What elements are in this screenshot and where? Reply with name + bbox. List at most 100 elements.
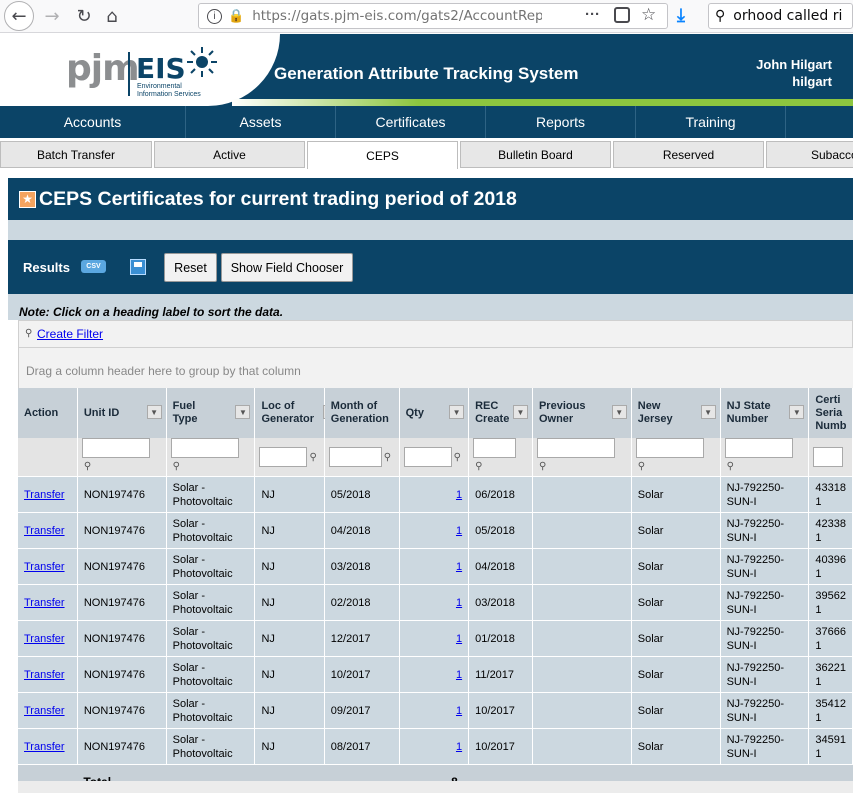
cell-fuel-type: Solar - Photovoltaic [166,476,256,513]
reload-icon[interactable]: ↻ [70,2,98,30]
filter-icon[interactable]: ⚲ [454,452,464,463]
cell-fuel-type: Solar - Photovoltaic [166,512,256,549]
nav-training[interactable]: Training [636,106,786,138]
header-row: Action Unit ID ▼ Fuel Type ▼ Loc of Genera… [18,388,853,438]
cell-loc-of-generator: NJ [254,512,325,549]
pocket-icon[interactable] [614,7,630,23]
col-header-previous-owner[interactable]: Previous Owner ▼ [532,388,632,438]
qty-link[interactable]: 1 [456,561,462,573]
filter-icon[interactable]: ⚲ [539,461,549,472]
dropdown-arrow-icon[interactable]: ▼ [146,405,162,419]
col-header-action[interactable]: Action [18,388,78,438]
transfer-link[interactable]: Transfer [24,741,65,753]
tab-subaccounts[interactable]: Subacco [766,141,853,168]
save-icon[interactable] [130,259,146,275]
dropdown-arrow-icon[interactable]: ▼ [789,405,805,419]
col-header-fuel-type[interactable]: Fuel Type ▼ [166,388,256,438]
dropdown-arrow-icon[interactable]: ▼ [449,405,465,419]
qty-link[interactable]: 1 [456,489,462,501]
qty-link[interactable]: 1 [456,669,462,681]
qty-link[interactable]: 1 [456,741,462,753]
group-by-area[interactable]: Drag a column header here to group by th… [18,348,853,388]
filter-input[interactable] [259,447,308,467]
nav-reports[interactable]: Reports [486,106,636,138]
filter-input[interactable] [473,438,517,458]
tab-batch-transfer[interactable]: Batch Transfer [0,141,152,168]
col-header-rec-create[interactable]: REC Create ▼ [468,388,533,438]
filter-icon[interactable]: ⚲ [727,461,737,472]
filter-input[interactable] [81,438,150,458]
filter-input[interactable] [536,438,615,458]
col-label: Previous Owner [538,400,586,425]
filter-input[interactable] [328,447,382,467]
transfer-link[interactable]: Transfer [24,633,65,645]
filter-icon[interactable]: ⚲ [384,452,394,463]
filter-icon[interactable]: ⚲ [309,452,319,463]
filter-input[interactable] [813,447,844,467]
transfer-link[interactable]: Transfer [24,489,65,501]
cell-previous-owner [532,584,632,621]
qty-link[interactable]: 1 [456,525,462,537]
bookmark-star-icon[interactable]: ☆ [641,5,656,25]
col-header-loc-of-generator[interactable]: Loc of Generator▼ [254,388,332,438]
col-label: Fuel Type [172,400,198,425]
dropdown-arrow-icon[interactable]: ▼ [235,405,251,419]
info-icon[interactable]: i [207,8,222,24]
transfer-link[interactable]: Transfer [24,669,65,681]
csv-export-icon[interactable]: CSV [81,260,106,273]
url-bar[interactable]: i 🔒 https://gats.pjm-eis.com/gats2/Accou… [198,3,668,29]
back-arrow-icon[interactable]: ← [4,1,34,31]
col-label: NJ State Number [726,400,771,425]
filter-input[interactable] [170,438,239,458]
home-icon[interactable]: ⌂ [98,2,126,30]
tab-reserved[interactable]: Reserved [613,141,764,168]
nav-accounts[interactable]: Accounts [0,106,186,138]
show-field-chooser-button[interactable]: Show Field Chooser [221,253,353,282]
eis-logo[interactable]: EIS [136,52,186,85]
cell-new-jersey: Solar [631,476,721,513]
qty-link[interactable]: 1 [456,705,462,717]
reset-button[interactable]: Reset [164,253,217,282]
col-header-unit-id[interactable]: Unit ID ▼ [77,388,167,438]
filter-input[interactable] [724,438,793,458]
dropdown-arrow-icon[interactable]: ▼ [700,405,716,419]
tab-bulletin-board[interactable]: Bulletin Board [460,141,611,168]
cell-rec-create: 04/2018 [468,548,533,585]
filter-icon[interactable]: ⚲ [638,461,648,472]
transfer-link[interactable]: Transfer [24,705,65,717]
cell-month-of-generation: 05/2018 [324,476,400,513]
col-label: Loc of Generator [261,400,315,425]
tab-active[interactable]: Active [154,141,305,168]
tab-ceps[interactable]: CEPS [307,141,458,169]
favorite-star-icon[interactable]: ★ [19,191,36,208]
cell-action: Transfer [18,620,78,657]
search-box[interactable]: ⚲ orhood called ri [708,3,853,29]
col-header-nj-state-number[interactable]: NJ State Number ▼ [720,388,810,438]
filter-icon[interactable]: ⚲ [173,461,183,472]
transfer-link[interactable]: Transfer [24,561,65,573]
col-header-month-of-generation[interactable]: Month of Generation [324,388,400,438]
filter-input[interactable] [403,447,452,467]
cell-nj-state-number: NJ-792250-SUN-I [720,656,810,693]
qty-link[interactable]: 1 [456,633,462,645]
dropdown-arrow-icon[interactable]: ▼ [611,405,627,419]
transfer-link[interactable]: Transfer [24,525,65,537]
col-header-cert-serial-number[interactable]: Certi Seria Numb [808,388,853,438]
nav-certificates[interactable]: Certificates [336,106,486,138]
logo-divider [128,52,130,96]
qty-link[interactable]: 1 [456,597,462,609]
transfer-link[interactable]: Transfer [24,597,65,609]
download-icon[interactable]: ⤓ [677,5,685,26]
filter-input[interactable] [635,438,704,458]
page-actions-icon[interactable]: ··· [585,6,600,23]
dropdown-arrow-icon[interactable]: ▼ [512,405,528,419]
forward-arrow-icon[interactable]: → [38,2,66,30]
col-header-new-jersey[interactable]: New Jersey ▼ [631,388,721,438]
filter-icon[interactable]: ⚲ [84,461,94,472]
create-filter-link[interactable]: Create Filter [37,327,103,341]
filter-icon[interactable]: ⚲ [475,461,485,472]
url-text[interactable]: https://gats.pjm-eis.com/gats2/AccountRe… [252,8,542,24]
nav-assets[interactable]: Assets [186,106,336,138]
col-header-qty[interactable]: Qty ▼ [399,388,470,438]
search-icon: ⚲ [715,8,726,24]
